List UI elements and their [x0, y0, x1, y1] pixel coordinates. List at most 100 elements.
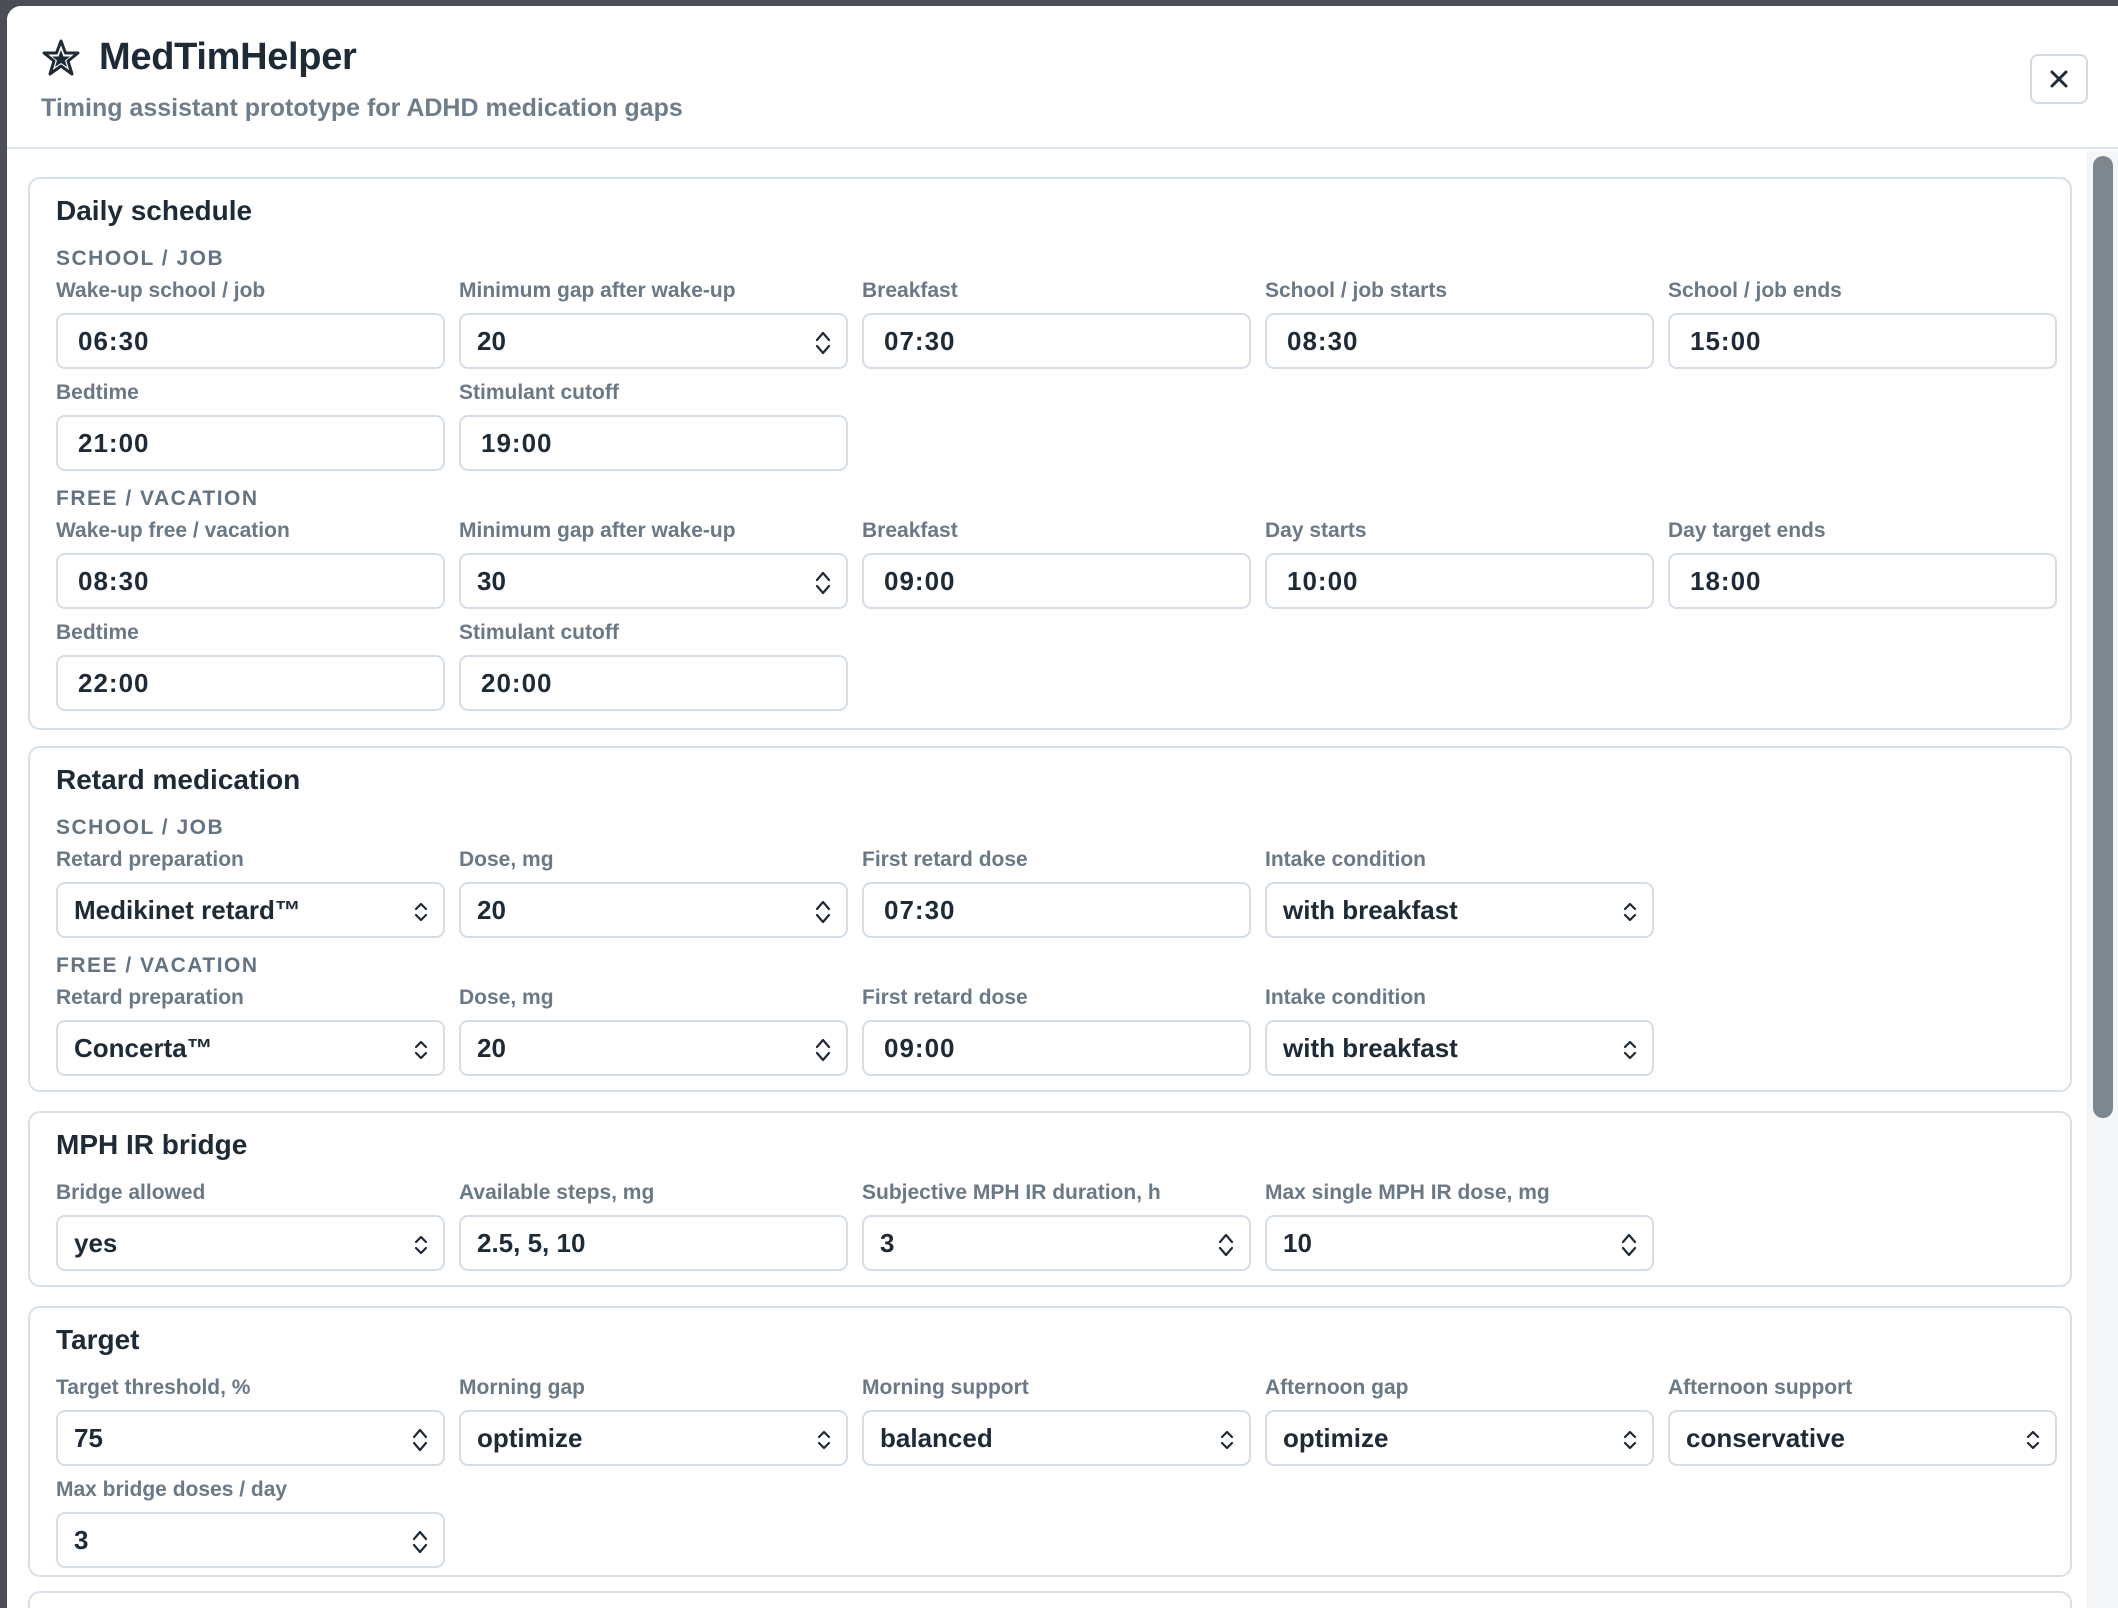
- school-wake-field: Wake-up school / job 06:30: [56, 279, 445, 369]
- spinner-icon[interactable]: [1620, 1231, 1638, 1259]
- school-start-input[interactable]: 08:30: [1265, 313, 1654, 369]
- school-gap-input[interactable]: 20: [459, 313, 848, 369]
- school-cutoff-input[interactable]: 19:00: [459, 415, 848, 471]
- field-value: 18:00: [1690, 565, 1762, 596]
- target-threshold-field: Target threshold, % 75: [56, 1376, 445, 1466]
- next-section-card: [28, 1591, 2072, 1608]
- free-wake-input[interactable]: 08:30: [56, 553, 445, 609]
- school-condition-select[interactable]: with breakfast: [1265, 882, 1654, 938]
- chevron-updown-icon: [414, 902, 428, 922]
- spinner-icon[interactable]: [1217, 1231, 1235, 1259]
- free-prep-select[interactable]: Concerta™: [56, 1020, 445, 1076]
- field-label: Minimum gap after wake-up: [459, 279, 736, 302]
- school-first-dose-input[interactable]: 07:30: [862, 882, 1251, 938]
- close-button[interactable]: [2030, 54, 2088, 104]
- free-prep-field: Retard preparation Concerta™: [56, 986, 445, 1076]
- field-label: First retard dose: [862, 848, 1028, 871]
- school-bedtime-input[interactable]: 21:00: [56, 415, 445, 471]
- school-breakfast-field: Breakfast 07:30: [862, 279, 1251, 369]
- field-value: 10:00: [1287, 565, 1359, 596]
- spinner-icon[interactable]: [814, 898, 832, 926]
- free-gap-field: Minimum gap after wake-up 30: [459, 519, 848, 609]
- school-end-input[interactable]: 15:00: [1668, 313, 2057, 369]
- free-end-field: Day target ends 18:00: [1668, 519, 2057, 609]
- field-value: 06:30: [78, 325, 150, 356]
- field-label: Dose, mg: [459, 848, 554, 871]
- field-label: First retard dose: [862, 986, 1028, 1009]
- field-value: 20: [477, 894, 506, 925]
- field-value: 20: [477, 1032, 506, 1063]
- field-value: 20: [477, 325, 506, 356]
- max-bridge-doses-input[interactable]: 3: [56, 1512, 445, 1568]
- field-label: Bedtime: [56, 381, 139, 404]
- field-value: optimize: [477, 1422, 583, 1453]
- field-label: Afternoon support: [1668, 1376, 1853, 1399]
- free-cutoff-input[interactable]: 20:00: [459, 655, 848, 711]
- field-value: conservative: [1686, 1422, 1845, 1453]
- free-bedtime-field: Bedtime 22:00: [56, 621, 445, 711]
- field-label: Bedtime: [56, 621, 139, 644]
- mph-bridge-title: MPH IR bridge: [56, 1129, 248, 1160]
- field-label: Intake condition: [1265, 986, 1427, 1009]
- field-label: Breakfast: [862, 279, 958, 302]
- spinner-icon[interactable]: [411, 1426, 429, 1454]
- bridge-max-dose-field: Max single MPH IR dose, mg 10: [1265, 1181, 1654, 1271]
- school-breakfast-input[interactable]: 07:30: [862, 313, 1251, 369]
- school-dose-input[interactable]: 20: [459, 882, 848, 938]
- morning-support-select[interactable]: balanced: [862, 1410, 1251, 1466]
- bridge-max-dose-input[interactable]: 10: [1265, 1215, 1654, 1271]
- retard-medication-title: Retard medication: [56, 764, 301, 795]
- field-label: Bridge allowed: [56, 1181, 206, 1204]
- spinner-icon[interactable]: [814, 329, 832, 357]
- school-prep-select[interactable]: Medikinet retard™: [56, 882, 445, 938]
- field-value: 20:00: [481, 667, 553, 698]
- free-end-input[interactable]: 18:00: [1668, 553, 2057, 609]
- chevron-updown-icon: [1623, 902, 1637, 922]
- morning-gap-select[interactable]: optimize: [459, 1410, 848, 1466]
- field-value: optimize: [1283, 1422, 1389, 1453]
- bridge-steps-field: Available steps, mg 2.5, 5, 10: [459, 1181, 848, 1271]
- target-threshold-input[interactable]: 75: [56, 1410, 445, 1466]
- afternoon-gap-select[interactable]: optimize: [1265, 1410, 1654, 1466]
- field-value: with breakfast: [1283, 1032, 1458, 1063]
- field-label: Retard preparation: [56, 986, 244, 1009]
- field-label: Target threshold, %: [56, 1376, 251, 1399]
- bridge-steps-input[interactable]: 2.5, 5, 10: [459, 1215, 848, 1271]
- free-breakfast-input[interactable]: 09:00: [862, 553, 1251, 609]
- chevron-updown-icon: [1220, 1430, 1234, 1450]
- chevron-updown-icon: [1623, 1430, 1637, 1450]
- bridge-duration-field: Subjective MPH IR duration, h 3: [862, 1181, 1251, 1271]
- field-value: 09:00: [884, 1032, 956, 1063]
- field-value: 21:00: [78, 427, 150, 458]
- free-start-field: Day starts 10:00: [1265, 519, 1654, 609]
- free-cutoff-field: Stimulant cutoff 20:00: [459, 621, 848, 711]
- spinner-icon[interactable]: [814, 569, 832, 597]
- free-condition-select[interactable]: with breakfast: [1265, 1020, 1654, 1076]
- free-first-dose-input[interactable]: 09:00: [862, 1020, 1251, 1076]
- free-gap-input[interactable]: 30: [459, 553, 848, 609]
- field-value: 15:00: [1690, 325, 1762, 356]
- daily-schedule-title: Daily schedule: [56, 195, 253, 226]
- free-start-input[interactable]: 10:00: [1265, 553, 1654, 609]
- spinner-icon[interactable]: [814, 1036, 832, 1064]
- field-value: Concerta™: [74, 1032, 213, 1063]
- free-dose-input[interactable]: 20: [459, 1020, 848, 1076]
- field-label: Stimulant cutoff: [459, 381, 619, 404]
- field-label: School / job starts: [1265, 279, 1448, 302]
- star-icon: [42, 39, 80, 75]
- scrollbar-thumb[interactable]: [2093, 156, 2113, 1118]
- bridge-duration-input[interactable]: 3: [862, 1215, 1251, 1271]
- free-group-label: FREE / VACATION: [56, 487, 259, 510]
- field-value: balanced: [880, 1422, 993, 1453]
- free-bedtime-input[interactable]: 22:00: [56, 655, 445, 711]
- afternoon-support-select[interactable]: conservative: [1668, 1410, 2057, 1466]
- field-label: Afternoon gap: [1265, 1376, 1409, 1399]
- school-wake-input[interactable]: 06:30: [56, 313, 445, 369]
- field-label: Stimulant cutoff: [459, 621, 619, 644]
- target-card: Target Target threshold, % 75 Morning ga…: [28, 1306, 2072, 1577]
- field-value: with breakfast: [1283, 894, 1458, 925]
- modal-content: Daily schedule SCHOOL / JOB Wake-up scho…: [7, 151, 2093, 1608]
- retard-medication-card: Retard medication SCHOOL / JOB Retard pr…: [28, 746, 2072, 1092]
- spinner-icon[interactable]: [411, 1528, 429, 1556]
- bridge-allowed-select[interactable]: yes: [56, 1215, 445, 1271]
